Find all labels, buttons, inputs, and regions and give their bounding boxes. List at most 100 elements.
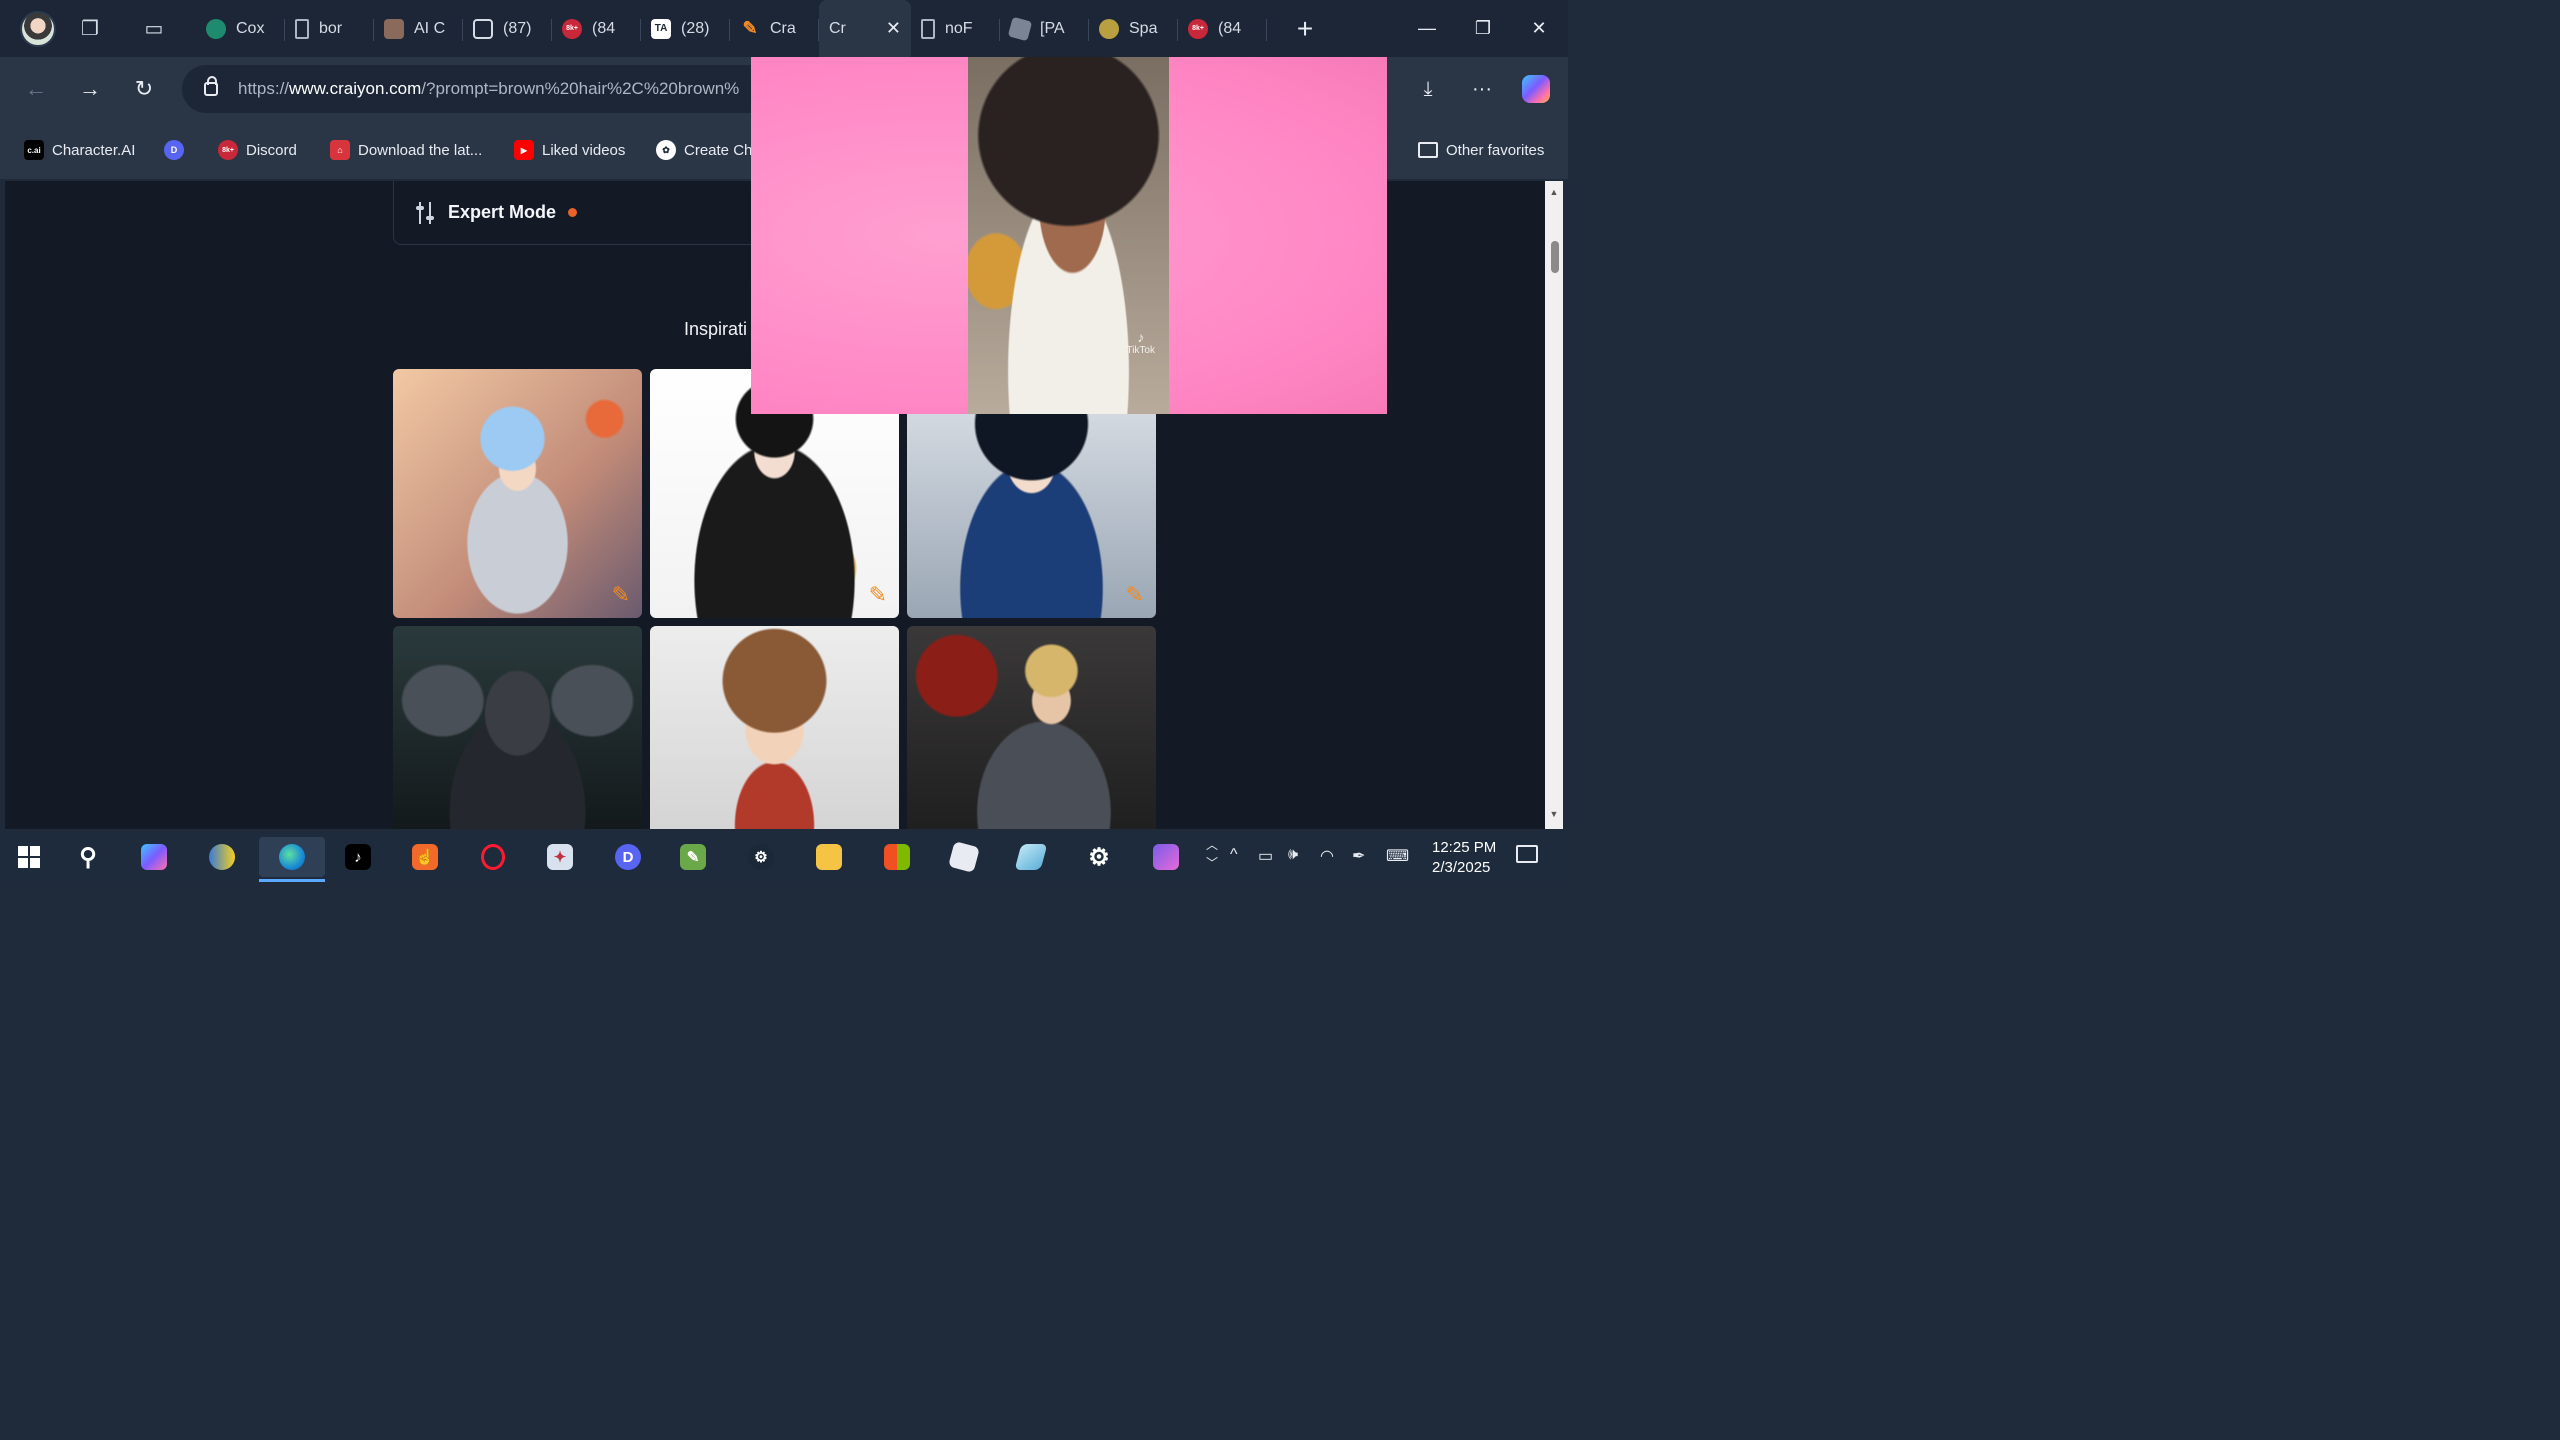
bookmark-discord[interactable]: 8k+ Discord (218, 137, 297, 163)
tiktok-watermark: ♪ TikTok (1126, 329, 1155, 356)
tab-media[interactable]: (87) (463, 9, 552, 49)
edit-pencil-icon[interactable]: ✎ (869, 582, 887, 608)
taskbar-steam[interactable]: ⚙ (739, 837, 783, 877)
tiktok-video-frame[interactable]: ♪ TikTok (968, 57, 1169, 414)
taskbar-edge[interactable] (259, 837, 325, 882)
tab-ta[interactable]: TA (28) (641, 9, 730, 49)
scroll-thumb[interactable] (1551, 241, 1559, 273)
store-icon: ⌂ (330, 140, 350, 160)
refresh-button[interactable]: ↻ (124, 69, 164, 109)
inspiration-heading: Inspirati (684, 319, 748, 339)
discord-icon: D (615, 844, 641, 870)
tab-ai-c[interactable]: AI C (374, 9, 463, 49)
back-button[interactable]: ← (16, 69, 56, 109)
more-menu-icon[interactable]: ··· (1462, 69, 1502, 109)
document-icon (295, 18, 309, 39)
other-favorites[interactable]: Other favorites (1418, 137, 1544, 163)
notifications-icon[interactable] (1516, 845, 1538, 863)
tab-8k-2[interactable]: 8k+ (84 (1178, 9, 1267, 49)
downloads-icon[interactable]: ⤓ (1408, 69, 1448, 109)
keyboard-icon[interactable]: ⌨ (1386, 846, 1409, 866)
bookmark-create-cha[interactable]: ✿ Create Cha (656, 137, 761, 163)
taskbar-app-paint[interactable]: ✦ (538, 837, 582, 877)
tab-pa[interactable]: [PA (1000, 9, 1089, 49)
taskbar-copilot[interactable] (132, 837, 176, 877)
tab-actions-icon[interactable]: ▭ (134, 9, 174, 49)
taskbar-tiktok[interactable]: ♪ (336, 837, 380, 877)
roblox-icon (1007, 16, 1033, 41)
windows-logo-icon (18, 846, 40, 868)
restore-button[interactable]: ❐ (1455, 0, 1511, 57)
taskbar-file-explorer[interactable] (807, 837, 851, 877)
taskbar-discord[interactable]: D (606, 837, 650, 877)
glass-icon (1014, 844, 1048, 870)
tab-label: Spa (1129, 19, 1158, 37)
taskbar-app-globe[interactable] (200, 837, 244, 877)
forward-button[interactable]: → (70, 69, 110, 109)
tab-label: (28) (681, 19, 710, 37)
bookmark-download[interactable]: ⌂ Download the lat... (330, 137, 482, 163)
profile-avatar[interactable] (20, 10, 56, 47)
taskbar-settings[interactable]: ⚙ (1077, 837, 1121, 877)
clock-date: 2/3/2025 (1432, 859, 1491, 876)
taskbar-roblox[interactable] (942, 837, 986, 877)
scroll-up-arrow-icon[interactable]: ▲ (1548, 187, 1560, 199)
inspiration-image-6[interactable] (907, 626, 1156, 829)
expert-mode-label: Expert Mode (448, 202, 557, 222)
minimize-button[interactable]: — (1399, 0, 1455, 57)
expert-mode-toggle[interactable]: Expert Mode (393, 181, 793, 245)
roblox-icon (948, 841, 980, 873)
taskbar-store[interactable] (875, 837, 919, 877)
taskbar-opera[interactable] (471, 837, 515, 877)
inspiration-image-1[interactable]: ✎ (393, 369, 642, 618)
bookmark-discord-icon-only[interactable]: D (164, 137, 192, 163)
tab-bor[interactable]: bor (285, 9, 374, 49)
wifi-icon[interactable]: ◠ (1320, 846, 1334, 866)
tab-cox[interactable]: Cox (196, 9, 285, 49)
picture-in-picture-window[interactable]: ♪ TikTok (751, 57, 1387, 414)
close-tab-icon[interactable]: ✕ (886, 18, 901, 39)
show-hidden-icons-icon[interactable]: ^ (1230, 846, 1238, 864)
media-icon (473, 18, 493, 39)
new-tab-button[interactable]: + (1285, 9, 1325, 49)
copilot-button[interactable] (1516, 69, 1556, 109)
clock-time: 12:25 PM (1432, 839, 1497, 856)
avatar-icon (384, 18, 404, 39)
page-scrollbar[interactable]: ▲ ▼ (1545, 181, 1563, 829)
tab-craiyon-1[interactable]: ✎ Cra (730, 9, 819, 49)
search-button[interactable]: ⚲ (66, 837, 110, 877)
badge-8k-icon: 8k+ (562, 18, 582, 39)
tab-8k-1[interactable]: 8k+ (84 (552, 9, 641, 49)
taskbar-app-anime[interactable] (1144, 837, 1188, 877)
badge-8k-icon: 8k+ (1188, 18, 1208, 39)
pen-icon[interactable]: ✒ (1352, 846, 1365, 866)
tray-overflow-icon[interactable]: ︿ ﹀ (1206, 836, 1218, 872)
bookmark-character-ai[interactable]: c.ai Character.AI (24, 137, 135, 163)
battery-icon[interactable]: ▭ (1258, 846, 1273, 866)
tab-nof[interactable]: noF (911, 9, 1000, 49)
close-window-button[interactable]: ✕ (1511, 0, 1567, 57)
edit-pencil-icon[interactable]: ✎ (1126, 582, 1144, 608)
taskbar-app-map[interactable]: ✎ (671, 837, 715, 877)
openai-icon: ✿ (656, 140, 676, 160)
volume-icon[interactable]: 🕪 (1288, 846, 1298, 864)
tab-craiyon-active[interactable]: Cr ✕ (819, 0, 911, 57)
address-bar[interactable]: https://www.craiyon.com/?prompt=brown%20… (182, 65, 802, 113)
search-icon: ⚲ (79, 843, 97, 871)
inspiration-image-5[interactable] (650, 626, 899, 829)
inspiration-image-4[interactable] (393, 626, 642, 829)
system-clock[interactable]: 12:25 PM 2/3/2025 (1432, 838, 1496, 878)
taskbar-app-glass[interactable] (1009, 837, 1053, 877)
workspaces-icon[interactable]: ❐ (70, 9, 110, 49)
taskbar-app-orange[interactable]: ☝ (403, 837, 447, 877)
tab-spa[interactable]: Spa (1089, 9, 1178, 49)
edit-pencil-icon[interactable]: ✎ (612, 582, 630, 608)
bookmark-liked-videos[interactable]: ▶ Liked videos (514, 137, 625, 163)
windows-taskbar: ⚲ ♪ ☝ ✦ D ✎ ⚙ ⚙ ︿ ﹀ ^ ▭ 🕪 ◠ ✒ ⌨ 12:25 PM … (0, 832, 1568, 882)
lock-icon[interactable] (204, 76, 218, 96)
map-icon: ✎ (680, 844, 706, 870)
start-button[interactable] (7, 837, 51, 877)
tab-label: AI C (414, 19, 446, 37)
scroll-down-arrow-icon[interactable]: ▼ (1548, 809, 1560, 821)
tab-label: noF (945, 19, 973, 37)
